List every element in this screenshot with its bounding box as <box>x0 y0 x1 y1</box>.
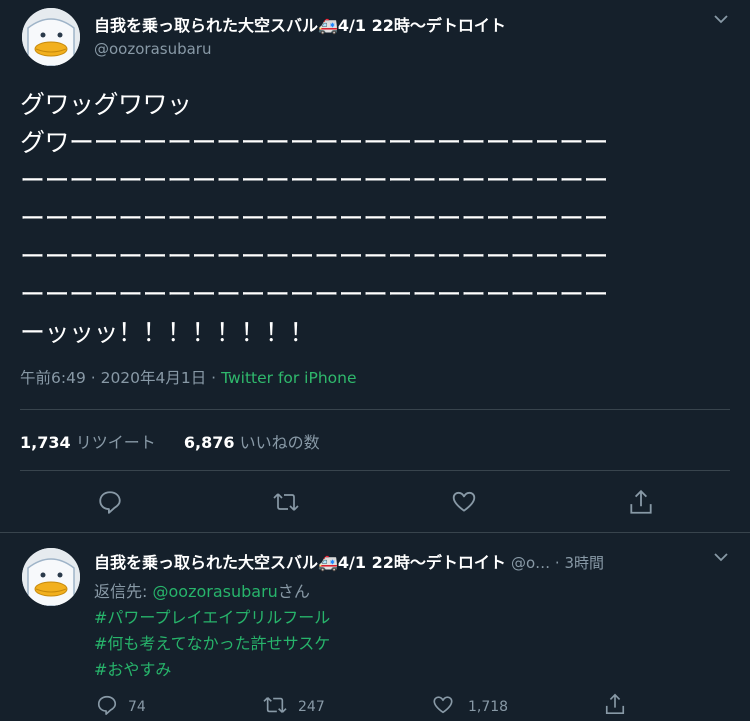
display-name[interactable]: 自我を乗っ取られた大空スバル🚑4/1 22時〜デトロイト <box>94 12 506 36</box>
retweet-count: 247 <box>298 699 325 715</box>
share-action[interactable] <box>604 692 626 720</box>
reply-icon[interactable] <box>97 489 123 515</box>
reply-icon <box>96 694 118 720</box>
tweet-meta: 午前6:49 · 2020年4月1日 · Twitter for iPhone <box>20 366 357 388</box>
tweet-line: ーーーーーーーーーーーーーーーーーーーーーーーー <box>20 280 609 309</box>
tweet-line: ーッッッ！！！！！！！！ <box>20 318 315 347</box>
likes-label: いいねの数 <box>239 433 320 452</box>
hashtag-link[interactable]: #何も考えてなかった許せサスケ <box>94 631 330 657</box>
like-icon[interactable] <box>451 489 477 515</box>
reply-mention-link[interactable]: @oozorasubaru <box>153 582 278 601</box>
like-action[interactable]: 1,718 <box>432 694 508 720</box>
reply-header: 自我を乗っ取られた大空スバル🚑4/1 22時〜デトロイト @o… · 3時間 <box>94 549 604 573</box>
likes-stat[interactable]: 6,876 いいねの数 <box>184 433 320 452</box>
tweet-line: ーーーーーーーーーーーーーーーーーーーーーーーー <box>20 242 609 271</box>
reply-action[interactable]: 74 <box>96 694 146 720</box>
share-icon <box>604 693 626 720</box>
retweets-label: リツイート <box>75 433 156 452</box>
divider <box>20 470 730 471</box>
tweet-stats: 1,734 リツイート 6,876 いいねの数 <box>20 429 320 453</box>
reply-chevron-down-icon[interactable] <box>712 548 730 570</box>
tweet-line: グワーーーーーーーーーーーーーーーーーーーーーー <box>20 128 609 157</box>
retweets-stat[interactable]: 1,734 リツイート <box>20 433 161 452</box>
avatar[interactable] <box>22 8 80 66</box>
tweet-line: ーーーーーーーーーーーーーーーーーーーーーーーー <box>20 166 609 195</box>
like-count: 1,718 <box>468 699 509 715</box>
retweet-icon <box>262 694 288 720</box>
reply-to: 返信先: @oozorasubaruさん <box>94 578 310 602</box>
retweet-icon[interactable] <box>272 489 300 515</box>
duck-avatar-icon <box>22 548 80 606</box>
retweets-count: 1,734 <box>20 433 71 452</box>
section-divider <box>0 532 750 533</box>
hashtag-list: #パワープレイエイプリルフール #何も考えてなかった許せサスケ #おやすみ <box>94 605 330 683</box>
tweet-line: ーーーーーーーーーーーーーーーーーーーーーーーー <box>20 204 609 233</box>
reply-suffix: さん <box>277 582 310 601</box>
share-icon[interactable] <box>628 488 654 516</box>
hashtag-link[interactable]: #おやすみ <box>94 657 330 683</box>
reply-prefix: 返信先: <box>94 582 148 601</box>
timestamp-link[interactable]: 午前6:49 · 2020年4月1日 · <box>20 369 216 387</box>
handle[interactable]: @oozorasubaru <box>94 40 211 58</box>
duck-avatar-icon <box>22 8 80 66</box>
likes-count: 6,876 <box>183 433 235 452</box>
like-icon <box>432 694 454 720</box>
tweet-line: グワッグワワッ <box>20 90 192 119</box>
hashtag-link[interactable]: #パワープレイエイプリルフール <box>94 605 330 631</box>
tweet-body: グワッグワワッ グワーーーーーーーーーーーーーーーーーーーーーー ーーーーーーー… <box>20 86 720 352</box>
retweet-action[interactable]: 247 <box>262 694 325 720</box>
divider <box>20 409 730 410</box>
reply-count: 74 <box>128 699 146 715</box>
reply-handle-time[interactable]: @o… · 3時間 <box>511 554 604 572</box>
reply-display-name[interactable]: 自我を乗っ取られた大空スバル🚑4/1 22時〜デトロイト <box>94 553 506 572</box>
reply-avatar[interactable] <box>22 548 80 606</box>
chevron-down-icon[interactable] <box>712 10 730 32</box>
source-link[interactable]: Twitter for iPhone <box>221 369 356 387</box>
